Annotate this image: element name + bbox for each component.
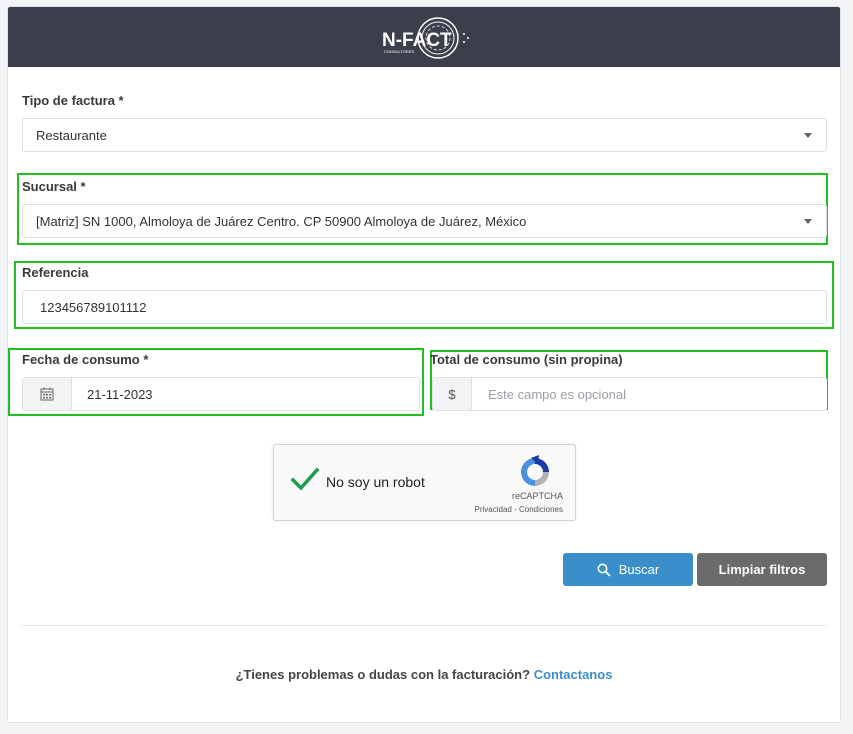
dollar-addon: $ (433, 378, 472, 410)
tipo-factura-select[interactable]: Restaurante (22, 118, 827, 152)
calendar-icon[interactable] (23, 378, 72, 410)
referencia-input[interactable]: 123456789101112 (22, 290, 827, 324)
sucursal-label: Sucursal * (22, 179, 86, 194)
clear-filters-button[interactable]: Limpiar filtros (697, 553, 827, 586)
contact-link[interactable]: Contactanos (534, 667, 613, 682)
sucursal-select[interactable]: [Matriz] SN 1000, Almoloya de Juárez Cen… (22, 204, 827, 238)
nfact-logo: N-FACT CONSULTORES (382, 17, 469, 59)
tipo-factura-label: Tipo de factura * (22, 93, 124, 108)
fecha-consumo-input[interactable]: 21-11-2023 (22, 377, 420, 411)
checkmark-icon[interactable] (290, 467, 320, 493)
invoice-card: N-FACT CONSULTORES Tipo de factura * Res… (7, 6, 841, 723)
search-button-label: Buscar (618, 562, 660, 577)
referencia-label: Referencia (22, 265, 89, 280)
footer-text: ¿Tienes problemas o dudas con la factura… (235, 667, 531, 682)
total-consumo-input[interactable]: $ Este campo es opcional (432, 377, 827, 411)
sucursal-value: [Matriz] SN 1000, Almoloya de Juárez Cen… (36, 214, 527, 229)
recaptcha-label: No soy un robot (326, 474, 425, 490)
total-consumo-label: Total de consumo (sin propina) (430, 352, 623, 367)
fecha-consumo-label: Fecha de consumo * (22, 352, 149, 367)
logo-text: N-FACT (382, 30, 452, 51)
chevron-down-icon (804, 133, 812, 138)
footer-help: ¿Tienes problemas o dudas con la factura… (8, 667, 840, 682)
header-bar: N-FACT CONSULTORES (8, 7, 840, 67)
referencia-value: 123456789101112 (40, 300, 147, 315)
recaptcha-brand: reCAPTCHA (511, 491, 563, 501)
search-icon (597, 563, 611, 577)
recaptcha-logo-icon (521, 455, 549, 486)
logo-subtext: CONSULTORES (384, 49, 414, 54)
divider (22, 625, 827, 626)
tipo-factura-value: Restaurante (36, 128, 107, 143)
clear-filters-label: Limpiar filtros (718, 562, 806, 577)
recaptcha-widget: No soy un robot reCAPTCHA Privacidad - C… (273, 444, 576, 521)
recaptcha-links[interactable]: Privacidad - Condiciones (475, 505, 564, 514)
total-consumo-placeholder: Este campo es opcional (488, 387, 627, 402)
search-button[interactable]: Buscar (563, 553, 693, 586)
fecha-consumo-value: 21-11-2023 (87, 387, 153, 402)
chevron-down-icon (804, 219, 812, 224)
